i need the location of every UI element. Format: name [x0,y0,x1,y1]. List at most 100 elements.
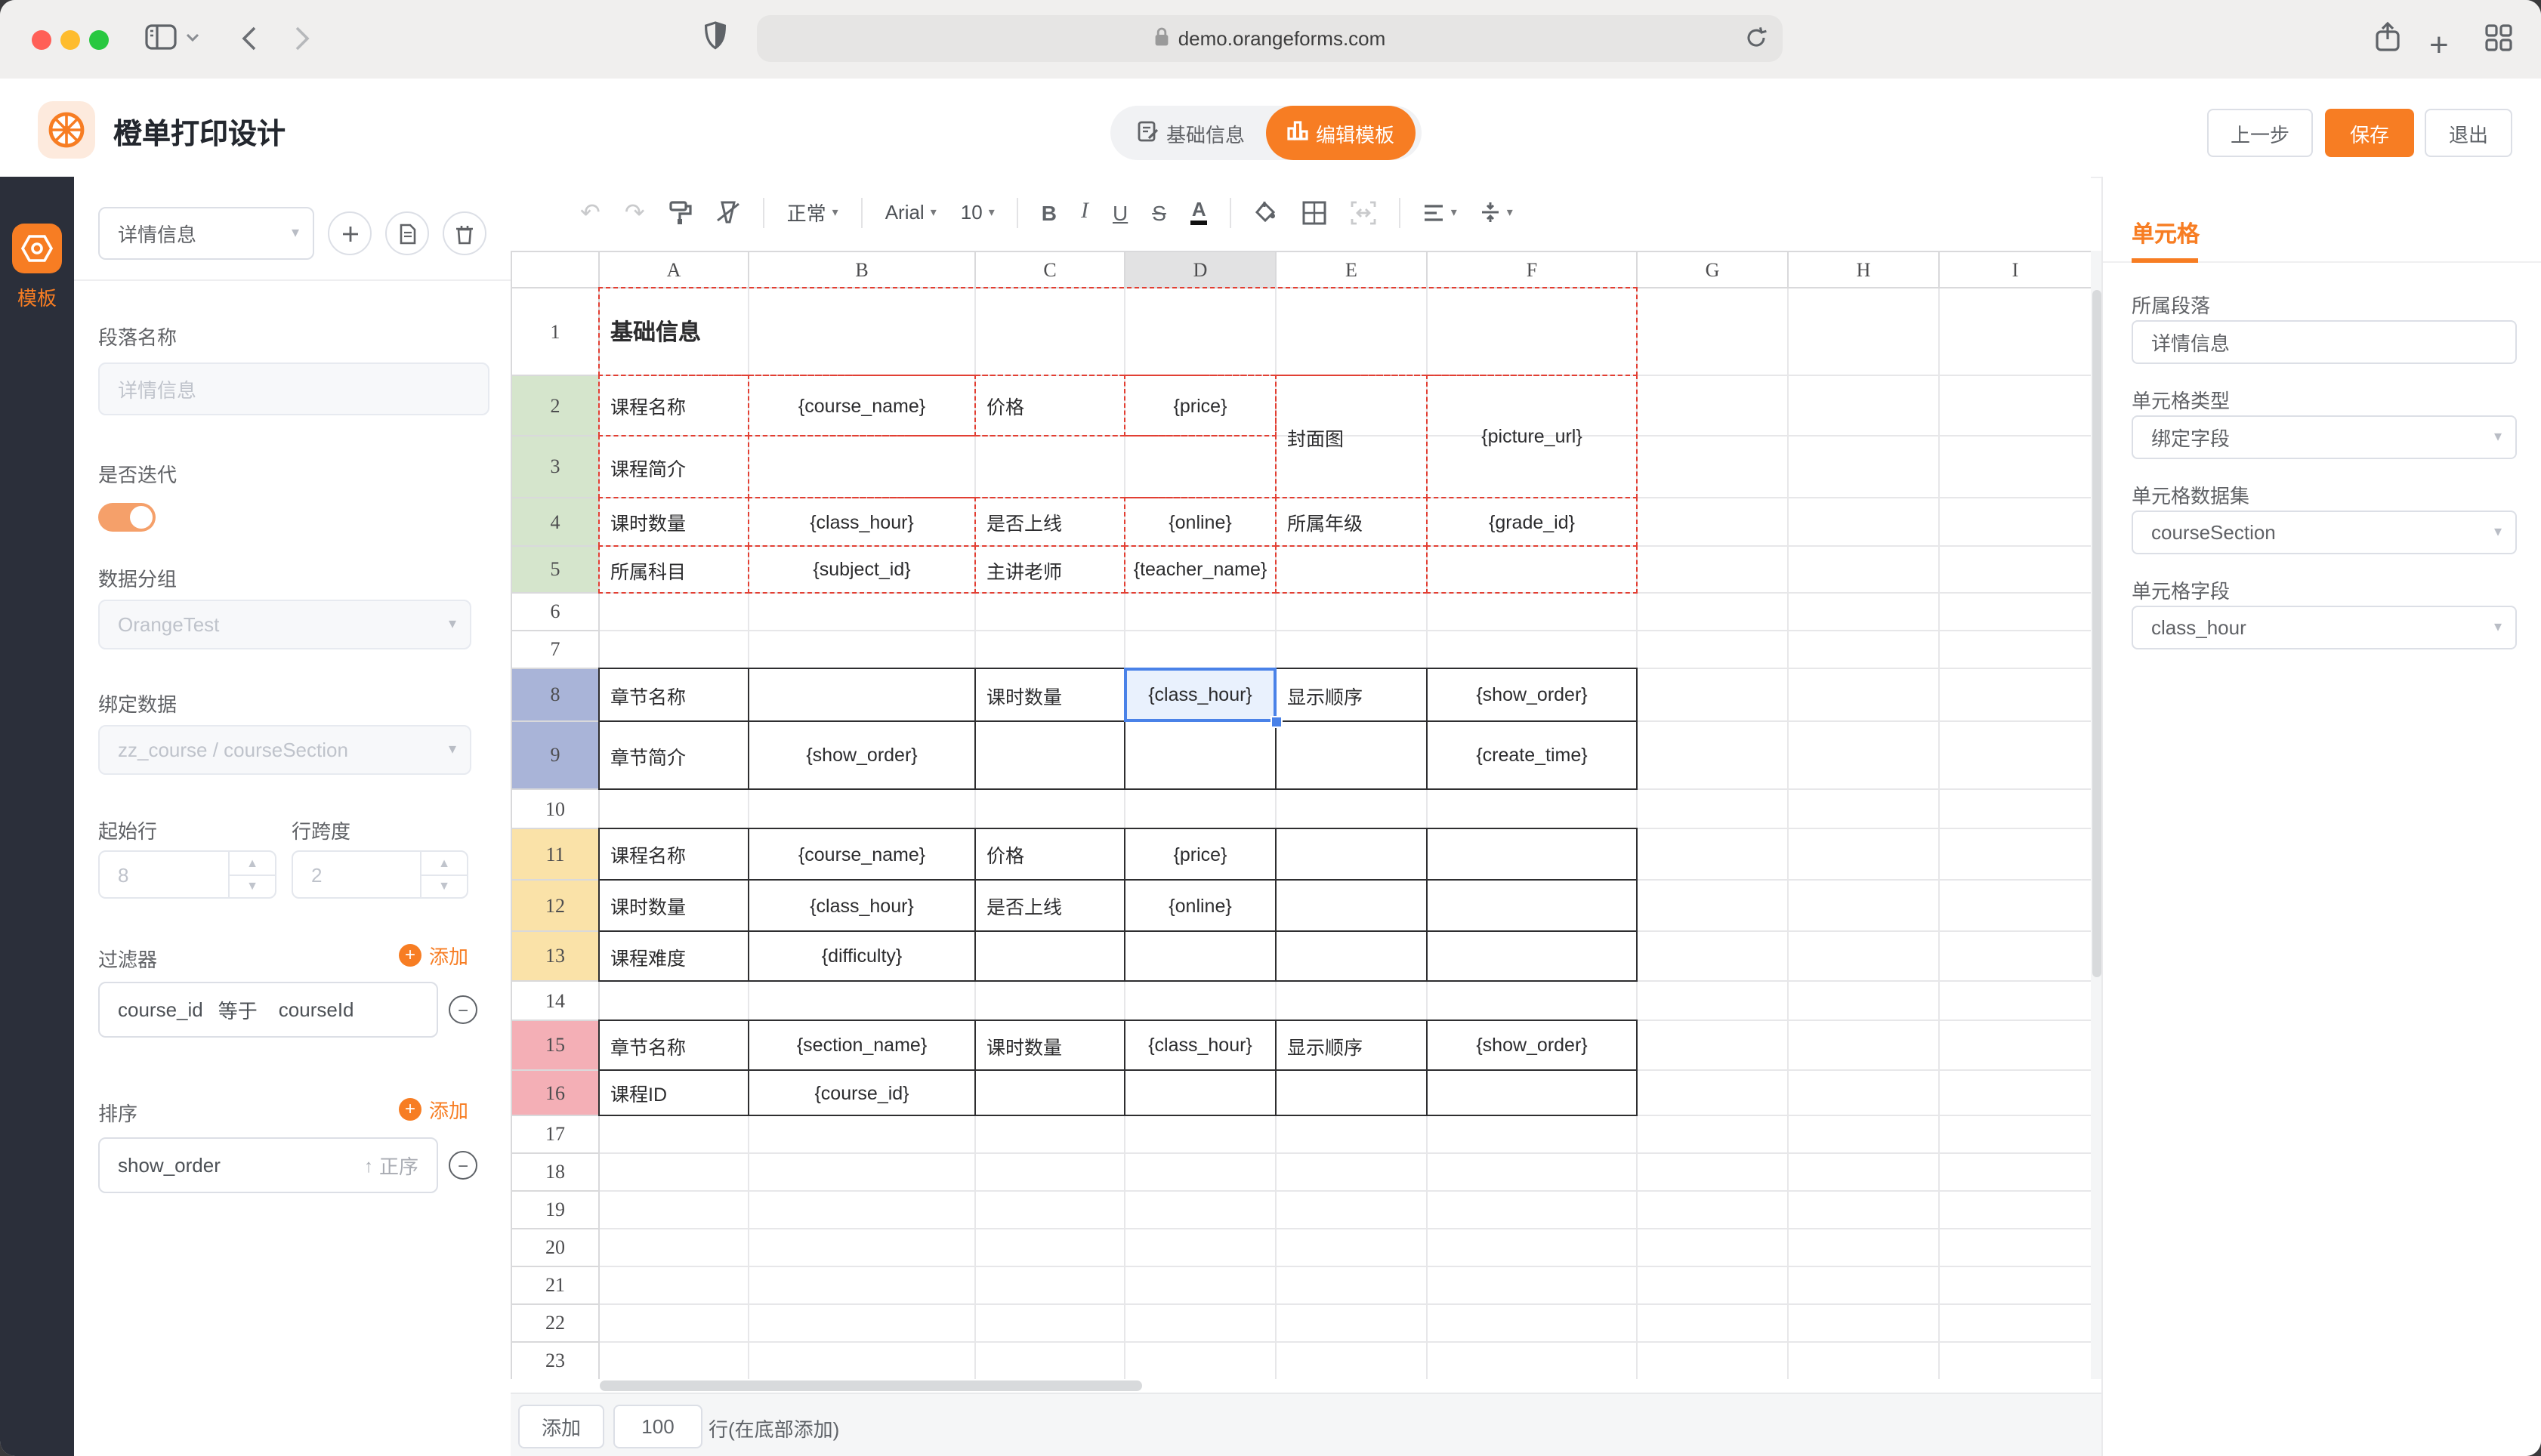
paint-format-icon[interactable] [669,200,692,224]
zoom-button[interactable] [89,30,109,50]
cell-F12[interactable] [1426,879,1638,932]
cell-B9[interactable]: {show_order} [748,720,976,790]
stepper-up-icon[interactable]: ▲ [230,852,275,875]
fill-handle[interactable] [1270,716,1283,728]
row-header-13[interactable]: 13 [511,930,600,982]
row-header-22[interactable]: 22 [511,1303,600,1343]
cell-F16[interactable] [1426,1069,1638,1116]
data-group-select[interactable]: OrangeTest ▾ [98,600,471,649]
column-header-I[interactable]: I [1938,251,2091,288]
cell-E5[interactable] [1275,545,1428,594]
cell-D11[interactable]: {price} [1124,828,1277,881]
row-header-14[interactable]: 14 [511,980,600,1021]
add-section-button[interactable] [328,211,372,255]
row-header-17[interactable]: 17 [511,1115,600,1154]
column-header-B[interactable]: B [748,251,976,288]
borders-icon[interactable] [1303,200,1327,224]
cell-E11[interactable] [1275,828,1428,881]
redo-icon[interactable]: ↷ [625,197,645,227]
cell-F11[interactable] [1426,828,1638,881]
font-dropdown[interactable]: Arial▾ [885,201,937,224]
row-header-15[interactable]: 15 [511,1020,600,1071]
cell-A8[interactable]: 章节名称 [598,668,749,722]
cell-E4[interactable]: 所属年级 [1275,497,1428,547]
row-header-2[interactable]: 2 [511,375,600,436]
add-rows-button[interactable]: 添加 [518,1405,604,1448]
sort-item-row[interactable]: show_order ↑ 正序 [98,1137,438,1193]
sidebar-chevron-icon[interactable] [186,33,199,42]
nav-rail-item-template[interactable] [12,224,62,273]
format-dropdown[interactable]: 正常▾ [787,198,838,227]
bold-button[interactable]: B [1042,200,1057,224]
fill-color-icon[interactable] [1255,200,1279,224]
cell-C8[interactable]: 课时数量 [974,668,1125,722]
sort-remove-button[interactable]: − [449,1151,477,1180]
cell-D4[interactable]: {online} [1124,497,1277,547]
save-button[interactable]: 保存 [2325,109,2414,157]
back-button-icon[interactable] [242,26,257,51]
exit-button[interactable]: 退出 [2425,109,2512,157]
row-header-23[interactable]: 23 [511,1341,600,1379]
cell-D12[interactable]: {online} [1124,879,1277,932]
row-header-5[interactable]: 5 [511,545,600,594]
cell-E16[interactable] [1275,1069,1428,1116]
column-header-G[interactable]: G [1636,251,1789,288]
cell-A9[interactable]: 章节简介 [598,720,749,790]
row-header-3[interactable]: 3 [511,435,600,498]
undo-icon[interactable]: ↶ [580,197,601,227]
underline-button[interactable]: U [1113,200,1128,224]
cell-F2[interactable]: {picture_url} [1426,375,1638,498]
cell-B8[interactable] [748,668,976,722]
close-button[interactable] [32,30,51,50]
stepper-up-icon[interactable]: ▲ [421,852,467,875]
cell-F8[interactable]: {show_order} [1426,668,1638,722]
cell-E2[interactable]: 封面图 [1275,375,1428,498]
cell-C2[interactable]: 价格 [974,375,1125,436]
row-header-11[interactable]: 11 [511,828,600,881]
row-header-9[interactable]: 9 [511,720,600,790]
column-header-C[interactable]: C [974,251,1125,288]
cell-C5[interactable]: 主讲老师 [974,545,1125,594]
cell-F4[interactable]: {grade_id} [1426,497,1638,547]
strikethrough-button[interactable]: S [1152,200,1166,224]
row-header-4[interactable]: 4 [511,497,600,547]
stepper-down-icon[interactable]: ▼ [230,875,275,897]
cell-E12[interactable] [1275,879,1428,932]
horizontal-scrollbar-thumb[interactable] [600,1380,1142,1391]
start-row-stepper[interactable]: 8 ▲▼ [98,850,276,899]
cell-A16[interactable]: 课程ID [598,1069,749,1116]
cell-D2[interactable]: {price} [1124,375,1277,436]
cell-B16[interactable]: {course_id} [748,1069,976,1116]
cell-E9[interactable] [1275,720,1428,790]
cell-A11[interactable]: 课程名称 [598,828,749,881]
cell-A1[interactable]: 基础信息 [598,287,1638,376]
filter-remove-button[interactable]: − [449,995,477,1024]
cell-paragraph-input[interactable]: 详情信息 [2132,320,2517,364]
filter-add-button[interactable]: + 添加 [399,941,468,970]
row-header-1[interactable]: 1 [511,287,600,376]
shield-icon[interactable] [704,21,727,50]
section-select[interactable]: 详情信息 ▾ [98,207,314,260]
cell-D16[interactable] [1124,1069,1277,1116]
cell-A15[interactable]: 章节名称 [598,1020,749,1071]
forward-button-icon[interactable] [295,26,310,51]
cell-D15[interactable]: {class_hour} [1124,1020,1277,1071]
cell-A13[interactable]: 课程难度 [598,930,749,982]
clear-format-icon[interactable] [716,201,740,224]
cell-B2[interactable]: {course_name} [748,375,976,436]
selected-cell-D[interactable]: {class_hour} [1124,668,1277,722]
font-size-dropdown[interactable]: 10▾ [961,201,995,224]
column-header-D[interactable]: D [1124,251,1277,288]
sort-add-button[interactable]: + 添加 [399,1095,468,1124]
vertical-align-dropdown[interactable]: ▾ [1481,201,1513,224]
cell-C4[interactable]: 是否上线 [974,497,1125,547]
vertical-scrollbar-thumb[interactable] [2092,290,2101,977]
cell-A4[interactable]: 课时数量 [598,497,749,547]
row-header-12[interactable]: 12 [511,879,600,932]
prev-step-button[interactable]: 上一步 [2207,109,2313,157]
row-header-21[interactable]: 21 [511,1266,600,1305]
filter-item-row[interactable]: course_id 等于 courseId [98,982,438,1038]
cell-C13[interactable] [974,930,1125,982]
cell-E15[interactable]: 显示顺序 [1275,1020,1428,1071]
merge-cells-icon[interactable] [1351,200,1377,224]
